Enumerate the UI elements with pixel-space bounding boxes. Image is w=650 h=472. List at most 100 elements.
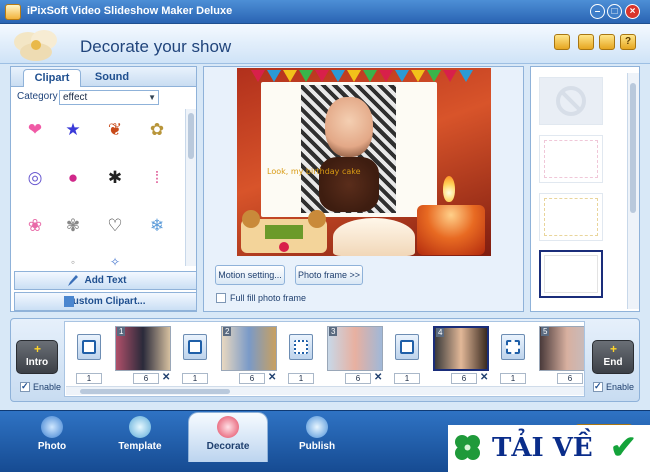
folder-icon[interactable]: [554, 34, 570, 50]
add-text-button[interactable]: Add Text: [14, 271, 197, 290]
transition-duration[interactable]: 1: [182, 373, 208, 384]
no-frame-icon: [556, 86, 586, 116]
clipart-file-icon: [64, 296, 74, 307]
publish-icon: [306, 416, 328, 438]
custom-clipart-button[interactable]: Custom Clipart...: [14, 292, 197, 311]
transition-duration[interactable]: 1: [76, 373, 102, 384]
hanging-drops-clipart-icon[interactable]: ⁞: [144, 165, 170, 191]
nav-decorate-label: Decorate: [206, 441, 250, 452]
nav-photo[interactable]: Photo: [22, 416, 82, 456]
delete-icon[interactable]: ✕: [480, 372, 488, 383]
blue-stars-clipart-icon[interactable]: ★: [60, 117, 86, 143]
close-button[interactable]: ×: [625, 4, 640, 19]
birthday-banner-icon: [251, 70, 473, 82]
slide-duration[interactable]: 6: [133, 373, 159, 384]
swirl-clipart-icon[interactable]: ◎: [22, 165, 48, 191]
clipart-grid: ❤ ★ ❦ ✿ ◎ ● ✱ ⁞ ❀ ✾ ♡ ❄ ◦ ✧: [12, 111, 184, 269]
tab-clipart[interactable]: Clipart: [23, 69, 81, 87]
plus-icon: +: [610, 342, 618, 356]
end-label: End: [603, 357, 623, 368]
transition-button[interactable]: [77, 334, 101, 360]
delete-icon[interactable]: ✕: [374, 372, 382, 383]
flower-spray-clipart-icon[interactable]: ✿: [144, 117, 170, 143]
photo-icon: [41, 416, 63, 438]
clover-icon: [455, 435, 480, 460]
scrollbar-thumb[interactable]: [188, 113, 194, 159]
app-icon: [5, 4, 21, 20]
frame-panel: [530, 66, 640, 312]
pink-heart-clipart-icon[interactable]: ❤: [22, 117, 48, 143]
nav-template[interactable]: Template: [110, 416, 170, 456]
frame-flowers-2[interactable]: [539, 193, 603, 241]
outline-heart-clipart-icon[interactable]: ♡: [102, 213, 128, 239]
category-value: effect: [63, 92, 88, 103]
full-fill-label: Full fill photo frame: [230, 293, 307, 303]
frame-selected[interactable]: [539, 250, 603, 298]
end-enable-checkbox[interactable]: [593, 381, 603, 392]
scrollbar-thumb[interactable]: [630, 83, 636, 213]
frame-preview: [544, 198, 598, 236]
pencil-icon: [68, 275, 78, 286]
nav-decorate[interactable]: Decorate: [198, 416, 258, 456]
slide-duration[interactable]: 6: [451, 373, 477, 384]
watermark-text: TẢI VỀ: [492, 433, 593, 463]
transition-button[interactable]: [289, 334, 313, 360]
end-button[interactable]: + End: [592, 340, 634, 374]
snowflake-clipart-icon[interactable]: ❄: [144, 213, 170, 239]
photo-caption[interactable]: Look, my birthday cake: [267, 167, 361, 176]
chocolate-cake-area: [319, 157, 379, 212]
slide-thumbnail[interactable]: 2: [221, 326, 277, 371]
full-fill-checkbox[interactable]: [216, 293, 226, 303]
frame-none[interactable]: [539, 77, 603, 125]
slide-duration[interactable]: 6: [345, 373, 371, 384]
slide-preview[interactable]: Look, my birthday cake: [237, 68, 491, 256]
nav-publish-label: Publish: [298, 441, 336, 452]
transition-button[interactable]: [183, 334, 207, 360]
maximize-button[interactable]: □: [607, 4, 622, 19]
category-row: Category effect ▼: [11, 87, 196, 107]
photo-frame-button[interactable]: Photo frame >>: [295, 265, 363, 285]
lightbulb-icon[interactable]: [599, 34, 615, 50]
slide-thumbnail-selected[interactable]: 4: [433, 326, 489, 371]
delete-icon[interactable]: ✕: [268, 372, 276, 383]
minimize-button[interactable]: –: [590, 4, 605, 19]
frame-scrollbar[interactable]: [627, 73, 639, 309]
transition-duration[interactable]: 1: [500, 373, 526, 384]
heart-icon: [217, 416, 239, 438]
transition-button[interactable]: [395, 334, 419, 360]
pink-petals-clipart-icon[interactable]: ❀: [22, 213, 48, 239]
transition-icon: [400, 340, 414, 354]
slide-thumbnail[interactable]: 3: [327, 326, 383, 371]
motion-setting-button[interactable]: Motion setting...: [215, 265, 285, 285]
scrollbar-thumb[interactable]: [80, 389, 230, 394]
tab-sound[interactable]: Sound: [83, 69, 141, 87]
transition-duration[interactable]: 1: [394, 373, 420, 384]
slide-thumbnail[interactable]: 5: [539, 326, 584, 371]
frame-flowers-1[interactable]: [539, 135, 603, 183]
insect-clipart-icon[interactable]: ✱: [102, 165, 128, 191]
clipart-scrollbar[interactable]: [185, 109, 196, 266]
slide-number: 4: [436, 328, 445, 337]
timeline-scrollbar[interactable]: [66, 386, 584, 395]
page-title: Decorate your show: [80, 37, 232, 56]
nav-publish[interactable]: Publish: [287, 416, 347, 456]
intro-button[interactable]: + Intro: [16, 340, 58, 374]
slide-thumbnail[interactable]: 1: [115, 326, 171, 371]
header: Decorate your show ?: [0, 24, 650, 64]
category-select[interactable]: effect ▼: [59, 90, 159, 105]
slide-number: 5: [541, 327, 550, 336]
intro-enable-checkbox[interactable]: [20, 381, 30, 392]
lips-clipart-icon[interactable]: ●: [60, 165, 86, 191]
transition-icon: [294, 340, 308, 354]
save-icon[interactable]: [578, 34, 594, 50]
delete-icon[interactable]: ✕: [162, 372, 170, 383]
intro-label: Intro: [25, 357, 49, 368]
help-icon[interactable]: ?: [620, 34, 636, 50]
butterfly-clipart-icon[interactable]: ❦: [102, 117, 128, 143]
slide-duration[interactable]: 6: [557, 373, 583, 384]
outline-flower-clipart-icon[interactable]: ✾: [60, 213, 86, 239]
slide-duration[interactable]: 6: [239, 373, 265, 384]
transition-duration[interactable]: 1: [288, 373, 314, 384]
transition-button[interactable]: [501, 334, 525, 360]
flower-logo-icon: [14, 30, 57, 61]
